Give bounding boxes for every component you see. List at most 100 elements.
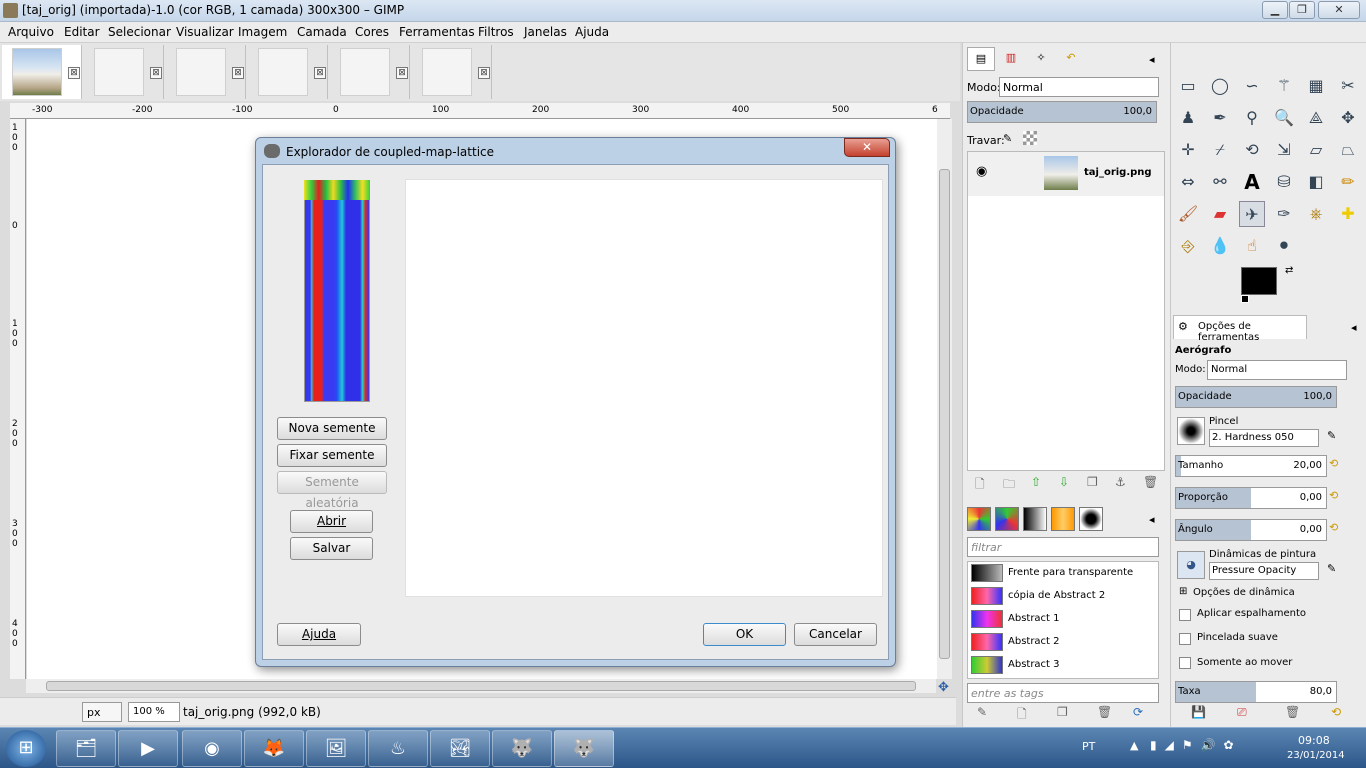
move-icon[interactable]: ✥	[1335, 105, 1361, 131]
show-hidden-icons[interactable]: ▲	[1130, 739, 1138, 752]
gradients-tab-icon[interactable]	[1023, 507, 1047, 531]
save-options-icon[interactable]: 💾	[1191, 705, 1206, 719]
brushes-tab-icon[interactable]	[967, 507, 991, 531]
canvas-vertical-scrollbar[interactable]	[937, 119, 952, 679]
save-button[interactable]: Salvar	[290, 537, 373, 560]
paths-tab-icon[interactable]: ✧	[1027, 47, 1055, 71]
ok-button[interactable]: OK	[703, 623, 786, 646]
taskbar-photo-gallery[interactable]: 🏞	[430, 730, 490, 767]
motion-only-checkbox[interactable]	[1179, 657, 1191, 669]
taskbar-firefox[interactable]: 🦊	[244, 730, 304, 767]
blend-icon[interactable]: ◧	[1303, 169, 1329, 195]
taskbar-explorer[interactable]: 🗂	[56, 730, 116, 767]
dynamics-options-label[interactable]: Opções de dinâmica	[1193, 587, 1295, 598]
anchor-icon[interactable]: ⚓	[1115, 475, 1126, 489]
reset-size-icon[interactable]: ⟲	[1329, 457, 1338, 470]
tool-opacity-spin[interactable]: Opacidade 100,0	[1175, 386, 1337, 408]
list-item[interactable]: cópia de Abstract 2	[968, 585, 1146, 608]
image-tab-5[interactable]: ⊠	[330, 45, 410, 99]
rect-select-icon[interactable]: ▭	[1175, 73, 1201, 99]
new-group-icon[interactable]: 🗀	[1003, 475, 1015, 496]
heal-icon[interactable]: ✚	[1335, 201, 1361, 227]
tab-close-icon[interactable]: ⊠	[150, 67, 162, 79]
dodge-burn-icon[interactable]: ⚫	[1271, 233, 1297, 259]
image-tab-2[interactable]: ⊠	[84, 45, 164, 99]
image-tab-4[interactable]: ⊠	[248, 45, 328, 99]
lock-pixels-icon[interactable]: ✎	[1003, 132, 1012, 145]
gradients-menu-icon[interactable]: ◂	[1149, 513, 1155, 526]
channels-tab-icon[interactable]: ▥	[997, 47, 1025, 71]
default-colors-icon[interactable]	[1241, 295, 1249, 303]
clock-date[interactable]: 23/01/2014	[1287, 750, 1345, 761]
taskbar-media-player[interactable]: ▶	[118, 730, 178, 767]
lock-alpha-icon[interactable]	[1023, 131, 1037, 145]
ellipse-select-icon[interactable]: ◯	[1207, 73, 1233, 99]
list-item[interactable]: Abstract 3	[968, 654, 1146, 677]
paintbrush-icon[interactable]: 🖌	[1175, 201, 1201, 227]
menu-editar[interactable]: Editar	[64, 25, 100, 39]
pencil-icon[interactable]: ✏	[1335, 169, 1361, 195]
restore-options-icon[interactable]: ⎚	[1237, 705, 1247, 720]
cage-transform-icon[interactable]: ⚯	[1207, 169, 1233, 195]
foreground-select-icon[interactable]: ♟	[1175, 105, 1201, 131]
smudge-icon[interactable]: ☝	[1239, 233, 1265, 259]
ratio-spin[interactable]: Proporção 0,00	[1175, 487, 1327, 509]
menu-selecionar[interactable]: Selecionar	[108, 25, 171, 39]
image-tab-taj[interactable]: ⊠	[2, 45, 82, 99]
rotate-icon[interactable]: ⟲	[1239, 137, 1265, 163]
delete-layer-icon[interactable]: 🗑	[1143, 475, 1158, 489]
blur-icon[interactable]: 💧	[1207, 233, 1233, 259]
raise-layer-icon[interactable]: ⇧	[1031, 475, 1041, 489]
eraser-icon[interactable]: ▰	[1207, 201, 1233, 227]
reset-angle-icon[interactable]: ⟲	[1329, 521, 1338, 534]
scissors-icon[interactable]: ✂	[1335, 73, 1361, 99]
measure-icon[interactable]: ⟁	[1303, 105, 1329, 131]
layer-mode-select[interactable]: Normal	[999, 77, 1159, 97]
gradient-filter-input[interactable]: filtrar	[967, 537, 1159, 557]
minimize-button[interactable]: ▁	[1262, 1, 1288, 19]
menu-janelas[interactable]: Janelas	[524, 25, 567, 39]
undo-tab-icon[interactable]: ↶	[1057, 47, 1085, 71]
zoom-icon[interactable]: 🔍	[1271, 105, 1297, 131]
tab-close-icon[interactable]: ⊠	[68, 67, 80, 79]
free-select-icon[interactable]: ∽	[1239, 73, 1265, 99]
zoom-select[interactable]: 100 %	[128, 702, 180, 722]
tab-close-icon[interactable]: ⊠	[478, 67, 490, 79]
tab-close-icon[interactable]: ⊠	[232, 67, 244, 79]
gradient-tags-input[interactable]: entre as tags	[967, 683, 1159, 703]
ink-icon[interactable]: ✑	[1271, 201, 1297, 227]
dock-menu-icon[interactable]: ◂	[1149, 53, 1155, 66]
size-spin[interactable]: Tamanho 20,00	[1175, 455, 1327, 477]
tool-options-tab[interactable]: ⚙ Opções de ferramentas	[1173, 315, 1307, 343]
taskbar-gimp-2[interactable]: 🐺	[554, 730, 614, 767]
perspective-icon[interactable]: ⏢	[1335, 137, 1361, 163]
random-seed-button[interactable]: Semente aleatória	[277, 471, 387, 510]
unit-select[interactable]: px	[82, 702, 122, 722]
menu-visualizar[interactable]: Visualizar	[176, 25, 234, 39]
new-layer-icon[interactable]: 🗋	[975, 475, 985, 496]
help-button[interactable]: Ajuda	[277, 623, 361, 646]
tray-icons[interactable]: ▮◢⚑🔊✿	[1150, 738, 1242, 752]
clock-time[interactable]: 09:08	[1298, 734, 1330, 747]
refresh-gradients-icon[interactable]: ⟳	[1133, 705, 1143, 719]
delete-gradient-icon[interactable]: 🗑	[1097, 705, 1112, 719]
eye-icon[interactable]: ◉	[976, 164, 987, 179]
canvas-horizontal-scrollbar[interactable]	[26, 679, 936, 693]
fix-seed-button[interactable]: Fixar semente	[277, 444, 387, 467]
align-icon[interactable]: ✛	[1175, 137, 1201, 163]
list-item[interactable]: Abstract 2	[968, 631, 1146, 654]
foreground-color[interactable]	[1241, 267, 1277, 295]
close-window-button[interactable]: ✕	[1318, 1, 1360, 19]
dynamics-icon[interactable]: ◕	[1177, 551, 1205, 579]
open-button[interactable]: Abrir	[290, 510, 373, 533]
lower-layer-icon[interactable]: ⇩	[1059, 475, 1069, 489]
bucket-fill-icon[interactable]: ⛁	[1271, 169, 1297, 195]
rate-spin[interactable]: Taxa 80,0	[1175, 681, 1337, 703]
menu-camada[interactable]: Camada	[297, 25, 347, 39]
layers-tab-icon[interactable]: ▤	[967, 47, 995, 71]
perspective-clone-icon[interactable]: ⎆	[1175, 233, 1201, 259]
reset-options-icon[interactable]: ⟲	[1331, 705, 1341, 719]
list-item[interactable]: Abstract 1	[968, 608, 1146, 631]
layer-opacity-spin[interactable]: Opacidade 100,0	[967, 101, 1157, 123]
shear-icon[interactable]: ▱	[1303, 137, 1329, 163]
